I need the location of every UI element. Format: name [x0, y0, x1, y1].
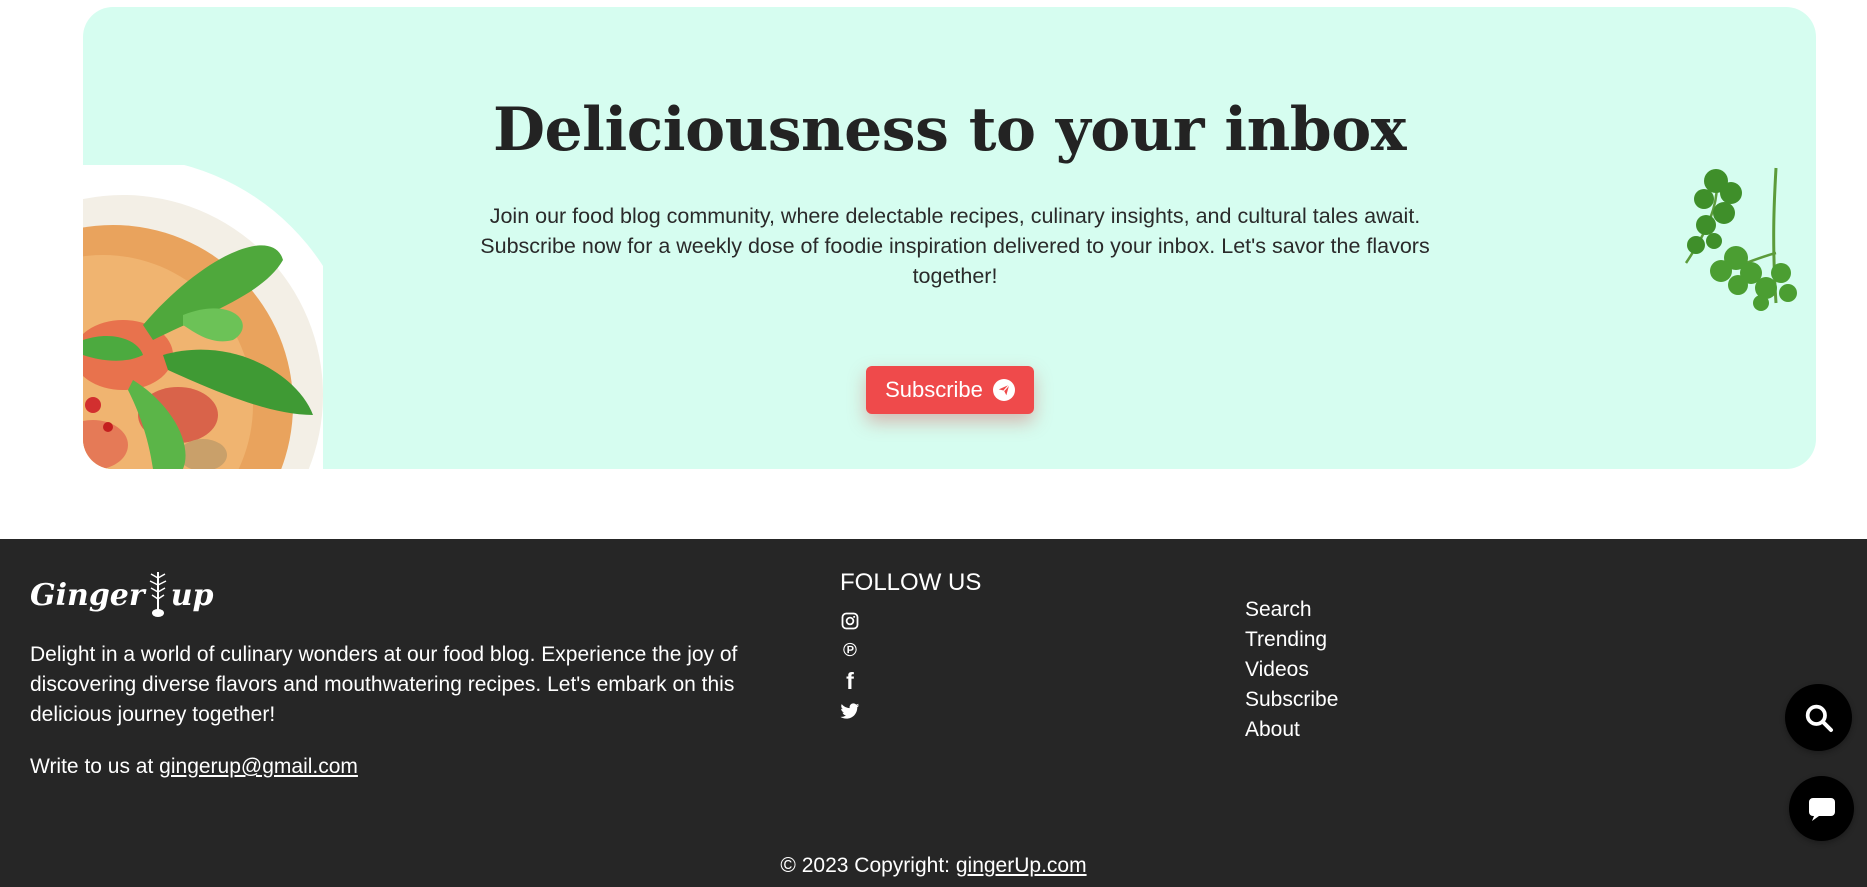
footer-about-text: Delight in a world of culinary wonders a… — [30, 643, 738, 726]
footer-link-search[interactable]: Search — [1245, 595, 1338, 625]
soup-bowl-image — [83, 165, 323, 469]
facebook-icon: f — [846, 668, 854, 694]
facebook-link[interactable]: f — [840, 668, 860, 694]
copyright-line: © 2023 Copyright: gingerUp.com — [0, 851, 1867, 881]
instagram-link[interactable] — [840, 611, 860, 631]
floating-chat-button[interactable] — [1789, 776, 1854, 841]
subscribe-button[interactable]: Subscribe — [866, 366, 1034, 414]
brand-name-right: up — [170, 577, 214, 613]
newsletter-heading: Deliciousness to your inbox — [492, 95, 1407, 165]
follow-us-heading: FOLLOW US — [840, 569, 982, 596]
footer-link-trending[interactable]: Trending — [1245, 625, 1338, 655]
pinterest-icon: ℗ — [843, 640, 857, 661]
footer-link-videos[interactable]: Videos — [1245, 655, 1338, 685]
subscribe-button-label: Subscribe — [885, 377, 983, 402]
newsletter-description: Join our food blog community, where dele… — [480, 204, 1430, 288]
contact-line: Write to us at gingerup@gmail.com — [30, 752, 358, 782]
twitter-icon — [840, 702, 860, 719]
copyright-prefix: © 2023 Copyright: — [780, 854, 950, 877]
instagram-icon — [841, 612, 859, 630]
contact-prefix: Write to us at — [30, 755, 154, 778]
footer-nav: Search Trending Videos Subscribe About — [1245, 595, 1338, 745]
footer-link-subscribe[interactable]: Subscribe — [1245, 685, 1338, 715]
floating-search-button[interactable] — [1785, 684, 1852, 751]
email-link[interactable]: gingerup@gmail.com — [159, 755, 358, 778]
footer-link-about[interactable]: About — [1245, 715, 1338, 745]
ginger-sprig-icon — [149, 572, 167, 617]
brand-logo[interactable]: Ginger up — [30, 569, 214, 621]
chat-icon — [1808, 797, 1835, 821]
send-icon — [992, 379, 1015, 401]
site-footer: Ginger up Delight in a world of culinary… — [0, 539, 1867, 887]
newsletter-banner: Deliciousness to your inbox Join our foo… — [83, 7, 1816, 469]
copyright-site-link[interactable]: gingerUp.com — [956, 854, 1087, 877]
search-icon — [1805, 704, 1833, 732]
parsley-image — [1684, 167, 1797, 311]
brand-name-left: Ginger — [30, 577, 145, 613]
twitter-link[interactable] — [840, 701, 860, 721]
pinterest-link[interactable]: ℗ — [840, 641, 860, 661]
social-links: ℗ f — [840, 611, 860, 731]
